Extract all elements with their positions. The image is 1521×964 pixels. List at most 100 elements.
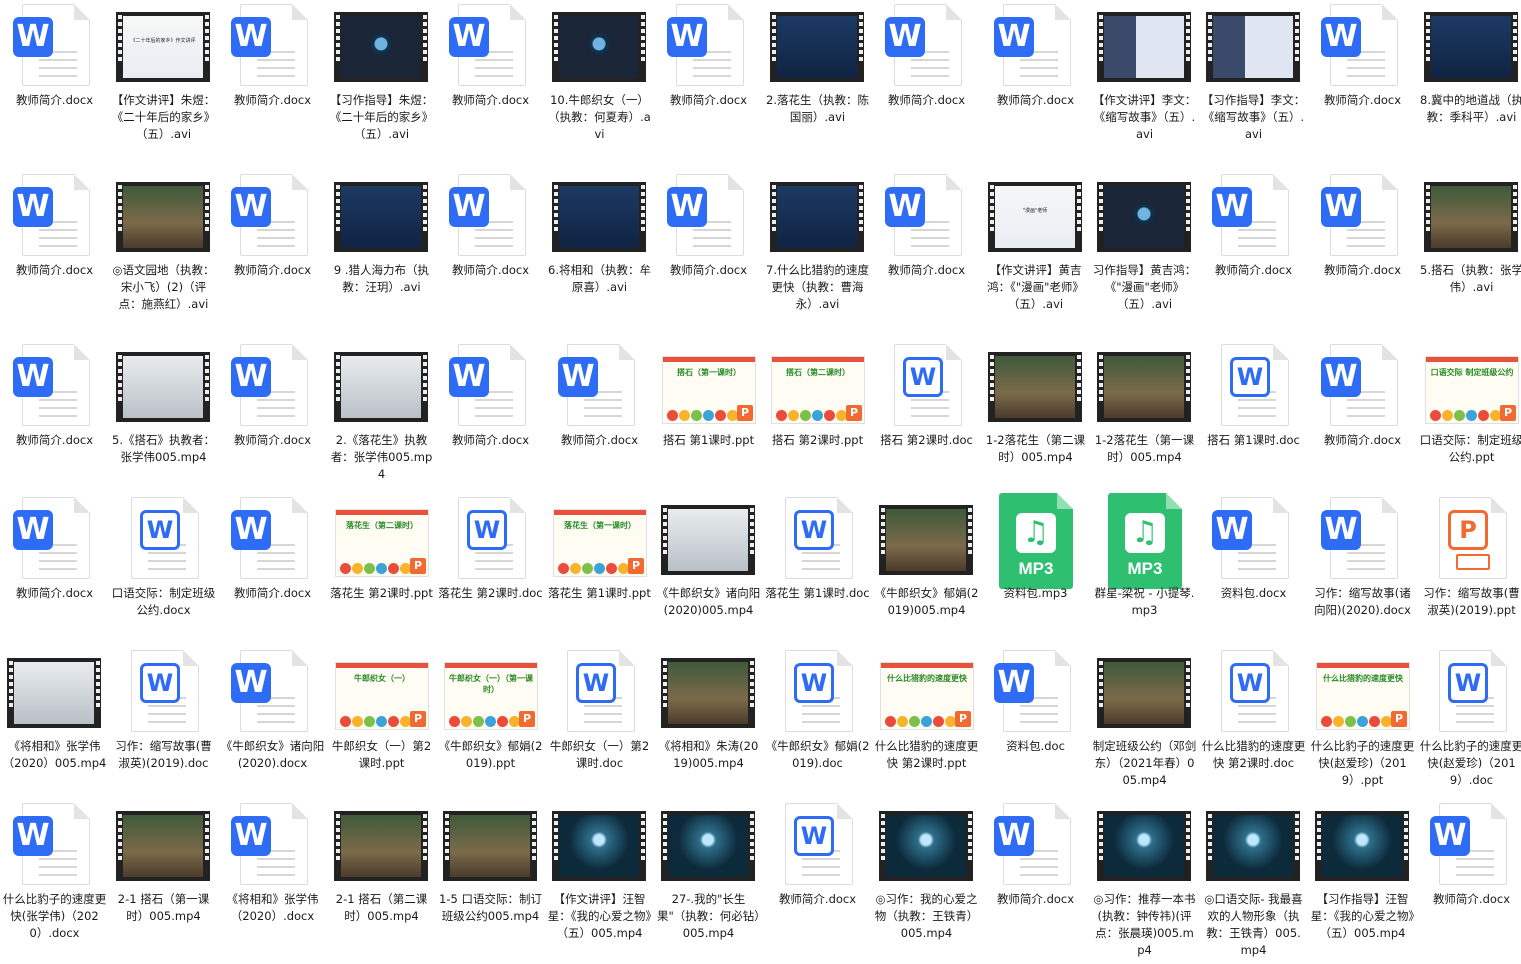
w-badge-icon: W: [13, 187, 53, 227]
file-item[interactable]: W 教师简介.docx: [218, 493, 327, 658]
file-item[interactable]: ◎语文园地（执教：宋小飞）(2)（评点：施燕红）.avi: [109, 170, 218, 335]
file-name-label: 教师简介.docx: [233, 586, 312, 600]
file-item[interactable]: W 口语交际：制定班级公约.docx: [109, 493, 218, 658]
file-item[interactable]: 搭石（第一课时） P 搭石 第1课时.ppt: [654, 340, 763, 505]
file-name-label: 8.冀中的地道战（执教：季科平）.avi: [1420, 93, 1521, 124]
file-item[interactable]: 5.《搭石》执教者：张学伟005.mp4: [109, 340, 218, 505]
file-item[interactable]: W 教师简介.docx: [218, 170, 327, 335]
file-item[interactable]: W 习作：缩写故事(曹淑英)(2019).doc: [109, 646, 218, 811]
file-item[interactable]: 牛郎织女（一）（第一课时） P 《牛郎织女》郁娟(2019).ppt: [436, 646, 545, 811]
file-item[interactable]: 什么比猎豹的速度更快 P 什么比豹子的速度更快(赵爱珍)（2019）.ppt: [1308, 646, 1417, 811]
file-item[interactable]: 2.落花生（执教：陈国丽）.avi: [763, 0, 872, 165]
page-fold: [74, 174, 90, 190]
file-item[interactable]: W 教师简介.docx: [1308, 0, 1417, 165]
file-item[interactable]: 9 .猎人海力布（执教：汪玥）.avi: [327, 170, 436, 335]
file-item[interactable]: W 资料包.doc: [981, 646, 1090, 811]
file-item[interactable]: 2-1 搭石（第二课时）005.mp4: [327, 799, 436, 964]
file-item[interactable]: 搭石（第二课时） P 搭石 第2课时.ppt: [763, 340, 872, 505]
video-frame: [668, 662, 748, 724]
video-frame: [341, 815, 421, 877]
file-item[interactable]: W 教师简介.docx: [654, 170, 763, 335]
file-item[interactable]: "漫画"老师 【作文讲评】黄吉鸿：《"漫画"老师》（五）.avi: [981, 170, 1090, 335]
w-badge-icon: W: [1321, 17, 1361, 57]
file-item[interactable]: ◎口语交际- 我最喜欢的人物形象（执教：王铁青）005.mp4: [1199, 799, 1308, 964]
file-item[interactable]: 1-5 口语交际：制订班级公约005.mp4: [436, 799, 545, 964]
text-line: [693, 59, 731, 61]
file-item[interactable]: W 教师简介.docx: [436, 0, 545, 165]
file-item[interactable]: 2-1 搭石（第一课时）005.mp4: [109, 799, 218, 964]
file-item[interactable]: 《牛郎织女》郁娟(2019)005.mp4: [872, 493, 981, 658]
file-item[interactable]: 【习作指导】汪智星：《我的心爱之物》（五）005.mp4: [1308, 799, 1417, 964]
file-item[interactable]: 27-.我的"长生果"（执教：何必钻）005.mp4: [654, 799, 763, 964]
file-item[interactable]: ♫ MP3 群星-梁祝 - 小提琴.mp3: [1090, 493, 1199, 658]
file-item[interactable]: 落花生（第二课时） P 落花生 第2课时.ppt: [327, 493, 436, 658]
file-item[interactable]: 6.将相和（执教：牟原喜）.avi: [545, 170, 654, 335]
file-item[interactable]: W 教师简介.docx: [0, 340, 109, 505]
file-item[interactable]: W 《将相和》张学伟（2020）.docx: [218, 799, 327, 964]
file-item[interactable]: W 《牛郎织女》诸向阳(2020).docx: [218, 646, 327, 811]
file-item[interactable]: 【习作指导】朱煜：《二十年后的家乡》（五）.avi: [327, 0, 436, 165]
file-item[interactable]: W 教师简介.docx: [0, 170, 109, 335]
file-item[interactable]: 习作指导】黄吉鸿：《"漫画"老师》（五）.avi: [1090, 170, 1199, 335]
file-name-label: ◎语文园地（执教：宋小飞）(2)（评点：施燕红）.avi: [112, 263, 215, 311]
file-item[interactable]: 制定班级公约（邓剑东）（2021年春）005.mp4: [1090, 646, 1199, 811]
file-item[interactable]: W 牛郎织女（一）第2课时.doc: [545, 646, 654, 811]
file-item[interactable]: 口语交际 制定班级公约 P 口语交际：制定班级公约.ppt: [1417, 340, 1521, 505]
file-item[interactable]: W 《牛郎织女》郁娟(2019).doc: [763, 646, 872, 811]
file-item[interactable]: W 资料包.docx: [1199, 493, 1308, 658]
file-item[interactable]: W 什么比豹子的速度更快(赵爱珍)（2019）.doc: [1417, 646, 1521, 811]
file-item[interactable]: W 教师简介.docx: [1308, 340, 1417, 505]
file-item[interactable]: W 教师简介.docx: [763, 799, 872, 964]
file-item[interactable]: W 教师简介.docx: [218, 340, 327, 505]
file-item[interactable]: W 教师简介.docx: [218, 0, 327, 165]
file-item[interactable]: W 教师简介.docx: [1199, 170, 1308, 335]
file-item[interactable]: W 什么比猎豹的速度更快 第2课时.doc: [1199, 646, 1308, 811]
file-item[interactable]: 10.牛郎织女（一）（执教：何夏寿）.avi: [545, 0, 654, 165]
file-item[interactable]: 《牛郎织女》诸向阳(2020)005.mp4: [654, 493, 763, 658]
file-item[interactable]: ◎习作：推荐一本书(执教：钟传祎)(评点：张晨瑛)005.mp4: [1090, 799, 1199, 964]
file-item[interactable]: 【作文讲评】汪智星：《我的心爱之物》（五）005.mp4: [545, 799, 654, 964]
file-item[interactable]: W 教师简介.docx: [0, 0, 109, 165]
file-item[interactable]: W 教师简介.docx: [654, 0, 763, 165]
film-perforations: [1184, 352, 1191, 422]
page-fold: [292, 803, 308, 819]
file-item[interactable]: 什么比猎豹的速度更快 P 什么比猎豹的速度更快 第2课时.ppt: [872, 646, 981, 811]
file-item[interactable]: P 习作：缩写故事(曹淑英)(2019).ppt: [1417, 493, 1521, 658]
file-item[interactable]: W 习作：缩写故事(诸向阳)(2020).docx: [1308, 493, 1417, 658]
file-item[interactable]: ◎习作：我的心爱之物（执教：王铁青）005.mp4: [872, 799, 981, 964]
file-item[interactable]: W 搭石 第2课时.doc: [872, 340, 981, 505]
film-perforations: [1184, 811, 1191, 881]
file-name-label: 2-1 搭石（第一课时）005.mp4: [117, 892, 210, 923]
page-fold: [510, 174, 526, 190]
file-item[interactable]: W 教师简介.docx: [872, 170, 981, 335]
file-item[interactable]: 2.《落花生》执教者：张学伟005.mp4: [327, 340, 436, 505]
file-item[interactable]: 【作文讲评】李文：《缩写故事》（五）.avi: [1090, 0, 1199, 165]
file-item[interactable]: W 教师简介.docx: [981, 0, 1090, 165]
file-item[interactable]: 5.搭石（执教：张学伟）.avi: [1417, 170, 1521, 335]
file-item[interactable]: 《将相和》朱涛(2019)005.mp4: [654, 646, 763, 811]
file-item[interactable]: W 落花生 第1课时.doc: [763, 493, 872, 658]
file-item[interactable]: 牛郎织女（一） P 牛郎织女（一）第2课时.ppt: [327, 646, 436, 811]
file-item[interactable]: W 教师简介.docx: [981, 799, 1090, 964]
file-item[interactable]: W 教师简介.docx: [872, 0, 981, 165]
file-item[interactable]: W 什么比豹子的速度更快(张学伟)（2020）.docx: [0, 799, 109, 964]
file-item[interactable]: W 教师简介.docx: [0, 493, 109, 658]
file-item[interactable]: W 搭石 第1课时.doc: [1199, 340, 1308, 505]
file-item[interactable]: 《二十年后的家乡》作文讲评 【作文讲评】朱煜：《二十年后的家乡》（五）.avi: [109, 0, 218, 165]
file-item[interactable]: W 教师简介.docx: [545, 340, 654, 505]
video-caption: 《二十年后的家乡》作文讲评: [130, 38, 196, 44]
file-item[interactable]: W 教师简介.docx: [1417, 799, 1521, 964]
file-item[interactable]: W 教师简介.docx: [436, 170, 545, 335]
file-item[interactable]: W 教师简介.docx: [1308, 170, 1417, 335]
text-line: [257, 858, 295, 860]
file-item[interactable]: 【习作指导】李文：《缩写故事》（五）.avi: [1199, 0, 1308, 165]
file-item[interactable]: 1-2落花生（第一课时）005.mp4: [1090, 340, 1199, 505]
file-item[interactable]: 7.什么比猎豹的速度更快（执教：曹海永）.avi: [763, 170, 872, 335]
file-item[interactable]: 《将相和》张学伟（2020）005.mp4: [0, 646, 109, 811]
file-item[interactable]: W 教师简介.docx: [436, 340, 545, 505]
file-item[interactable]: W 落花生 第2课时.doc: [436, 493, 545, 658]
file-item[interactable]: ♫ MP3 资料包.mp3: [981, 493, 1090, 658]
file-item[interactable]: 1-2落花生（第二课时）005.mp4: [981, 340, 1090, 505]
file-item[interactable]: 落花生（第一课时） P 落花生 第1课时.ppt: [545, 493, 654, 658]
file-item[interactable]: 8.冀中的地道战（执教：季科平）.avi: [1417, 0, 1521, 165]
